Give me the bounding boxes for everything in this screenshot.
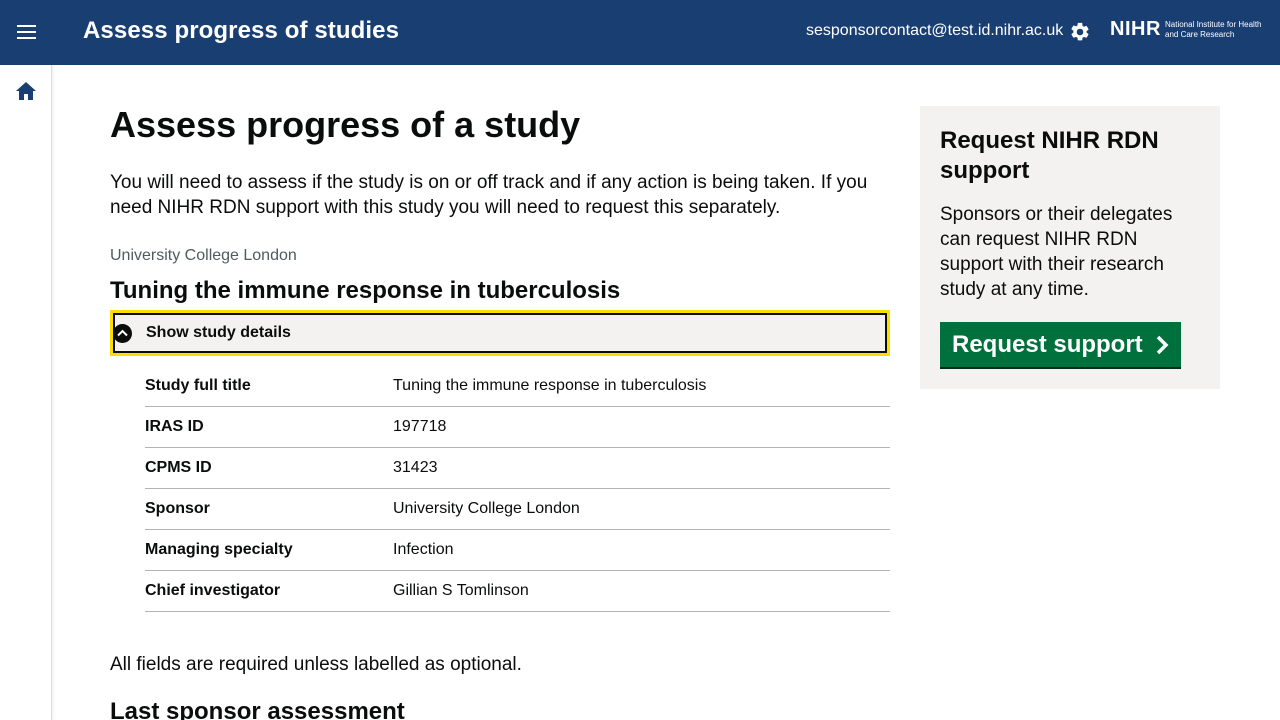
- logo-mark: NIHR: [1110, 18, 1161, 40]
- summary-key: Chief investigator: [145, 582, 281, 599]
- nihr-logo[interactable]: NIHR National Institute for Health and C…: [1110, 18, 1270, 48]
- summary-key: CPMS ID: [145, 459, 212, 476]
- study-title: Tuning the immune response in tuberculos…: [110, 277, 621, 304]
- show-study-details-toggle[interactable]: Show study details: [110, 310, 890, 356]
- app-title[interactable]: Assess progress of studies: [83, 17, 399, 45]
- summary-value: Tuning the immune response in tuberculos…: [393, 377, 707, 394]
- chevron-up-icon: [113, 324, 132, 343]
- home-icon[interactable]: [15, 81, 37, 101]
- request-support-button-label: Request support: [952, 330, 1143, 358]
- user-email: sesponsorcontact@test.id.nihr.ac.uk: [806, 22, 1064, 39]
- summary-value: 197718: [393, 418, 447, 435]
- summary-key: IRAS ID: [145, 418, 204, 435]
- summary-row-sponsor: Sponsor University College London: [145, 489, 890, 530]
- page-title: Assess progress of a study: [110, 104, 581, 145]
- summary-row-cpms-id: CPMS ID 31423: [145, 448, 890, 489]
- summary-row-iras-id: IRAS ID 197718: [145, 407, 890, 448]
- gear-icon[interactable]: [1069, 21, 1091, 43]
- summary-key: Study full title: [145, 377, 251, 394]
- logo-text: National Institute for Health and Care R…: [1165, 20, 1262, 39]
- request-support-button[interactable]: Request support: [940, 322, 1181, 367]
- summary-key: Managing specialty: [145, 541, 293, 558]
- request-support-title: Request NIHR RDN support: [940, 127, 1159, 184]
- summary-row-study-full-title: Study full title Tuning the immune respo…: [145, 366, 890, 407]
- hamburger-menu-icon[interactable]: [17, 25, 37, 41]
- organisation-caption: University College London: [110, 247, 297, 264]
- summary-row-managing-specialty: Managing specialty Infection: [145, 530, 890, 571]
- show-study-details-label: Show study details: [146, 324, 291, 341]
- chevron-right-icon: [1156, 335, 1169, 354]
- summary-key: Sponsor: [145, 500, 210, 517]
- main-content: Assess progress of a study You will need…: [110, 100, 890, 720]
- summary-value: Infection: [393, 541, 454, 558]
- summary-value: Gillian S Tomlinson: [393, 582, 529, 599]
- required-fields-note: All fields are required unless labelled …: [110, 654, 522, 675]
- intro-text: You will need to assess if the study is …: [110, 172, 868, 218]
- app-header: Assess progress of studies sesponsorcont…: [0, 0, 1280, 65]
- summary-row-chief-investigator: Chief investigator Gillian S Tomlinson: [145, 571, 890, 612]
- side-navigation: [0, 65, 52, 720]
- study-summary-list: Study full title Tuning the immune respo…: [145, 366, 890, 612]
- request-support-body: Sponsors or their delegates can request …: [940, 204, 1173, 300]
- summary-value: 31423: [393, 459, 438, 476]
- request-support-panel: Request NIHR RDN support Sponsors or the…: [920, 106, 1220, 389]
- summary-value: University College London: [393, 500, 580, 517]
- last-sponsor-assessment-heading: Last sponsor assessment: [110, 698, 405, 720]
